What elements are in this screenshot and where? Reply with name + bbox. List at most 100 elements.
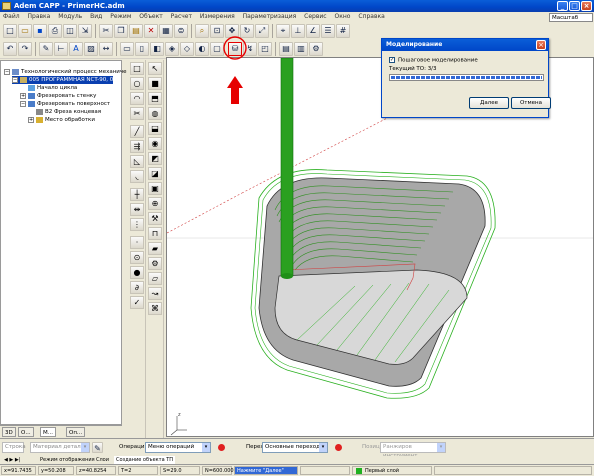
script-icon[interactable]: ∂	[130, 281, 144, 294]
tab-create-tp-object[interactable]: Создание объекта ТП	[114, 456, 176, 464]
menu-measure[interactable]: Измерения	[197, 12, 238, 22]
tree-item-end-mill[interactable]: В2 Фреза концевая	[36, 108, 101, 116]
redo-icon[interactable]: ↷	[18, 42, 32, 56]
operations-combo[interactable]: Меню операций ▾	[145, 442, 211, 453]
nav-arrows-icon[interactable]: ◀ ▶ ▶|	[4, 456, 20, 464]
menu-calc[interactable]: Расчет	[168, 12, 195, 22]
chevron-down-icon[interactable]: ▾	[202, 443, 210, 452]
print-icon[interactable]: ⎙	[48, 24, 62, 38]
chevron-down-icon[interactable]: ▾	[81, 443, 89, 452]
arc-icon[interactable]: ◠	[130, 92, 144, 105]
trim-icon[interactable]: ✂	[130, 107, 144, 120]
hole-icon[interactable]: ◉	[148, 137, 162, 150]
layer-icon[interactable]: ☰	[321, 24, 335, 38]
edit-icon[interactable]: ✎	[39, 42, 53, 56]
menu-help[interactable]: Справка	[355, 12, 387, 22]
position-combo[interactable]: Ранжиров инструмент▾	[380, 442, 446, 459]
postprocessor-icon[interactable]: ⚙	[309, 42, 323, 56]
workpiece-icon[interactable]: ▰	[148, 242, 162, 255]
shell-icon[interactable]: ▣	[148, 182, 162, 195]
revolve-icon[interactable]: ◍	[148, 107, 162, 120]
text-icon[interactable]: A	[69, 42, 83, 56]
tab-3d[interactable]: 3D	[2, 427, 16, 437]
solid-icon[interactable]: ■	[148, 77, 162, 90]
circle-icon[interactable]: ○	[130, 77, 144, 90]
mirror-icon[interactable]: ⇹	[130, 203, 144, 216]
ortho-icon[interactable]: ⊥	[291, 24, 305, 38]
tab-layers[interactable]: Слои	[96, 456, 109, 464]
boolean-icon[interactable]: ⊕	[148, 197, 162, 210]
step-modeling-checkbox[interactable]: ✓ Пошаговое моделирование	[389, 57, 478, 65]
view-side-icon[interactable]: ◧	[150, 42, 164, 56]
print-preview-icon[interactable]: ◫	[63, 24, 77, 38]
shade-icon[interactable]: ◐	[195, 42, 209, 56]
stop-transitions-icon[interactable]	[335, 444, 342, 451]
new-file-icon[interactable]: □	[3, 24, 17, 38]
tree-item-mill-wall[interactable]: + Фрезеровать стенку	[20, 92, 96, 100]
next-button[interactable]: Далее	[469, 97, 509, 109]
measure-icon[interactable]: ⊢	[54, 42, 68, 56]
cut-icon[interactable]: ✂	[99, 24, 113, 38]
apply-icon[interactable]: ✎	[92, 442, 103, 453]
delete-icon[interactable]: ✕	[144, 24, 158, 38]
nc-program-icon[interactable]: ▥	[294, 42, 308, 56]
scale-display[interactable]: Масштаб +1:1	[549, 13, 593, 29]
open-folder-icon[interactable]: ▭	[18, 24, 32, 38]
hatch-icon[interactable]: ▨	[84, 42, 98, 56]
fit-icon[interactable]: ⤢	[255, 24, 269, 38]
tab-objects[interactable]: О...	[18, 427, 34, 437]
menu-window[interactable]: Окно	[332, 12, 354, 22]
export-icon[interactable]: ⇲	[78, 24, 92, 38]
tree-item-machining-place[interactable]: + Место обработки	[28, 116, 95, 124]
checkbox-checked-icon[interactable]: ✓	[389, 57, 395, 63]
maximize-button[interactable]: □	[569, 1, 580, 11]
material-combo[interactable]: Материал детали ▾	[30, 442, 90, 453]
zoom-window-icon[interactable]: ⌕	[195, 24, 209, 38]
tool-icon[interactable]: ⚒	[148, 212, 162, 225]
minimize-button[interactable]: _	[557, 1, 568, 11]
array-icon[interactable]: ⋮	[130, 218, 144, 231]
offset-icon[interactable]: ⇶	[130, 140, 144, 153]
menu-module[interactable]: Модуль	[55, 12, 85, 22]
transitions-combo[interactable]: Основные переходы ▾	[262, 442, 328, 453]
chevron-down-icon[interactable]: ▾	[437, 443, 445, 452]
view-iso-icon[interactable]: ◈	[165, 42, 179, 56]
fillet-icon[interactable]: ◟	[130, 170, 144, 183]
stock-icon[interactable]: ◰	[258, 42, 272, 56]
save-icon[interactable]: ▪	[33, 24, 47, 38]
undo-icon[interactable]: ↶	[3, 42, 17, 56]
menu-mode[interactable]: Режим	[107, 12, 134, 22]
menu-file[interactable]: Файл	[0, 12, 23, 22]
surface-icon[interactable]: ◩	[148, 152, 162, 165]
menu-edit[interactable]: Правка	[25, 12, 54, 22]
tree-item-operation[interactable]: −005 ПРОГРАММНАЯ NCT-90, 0	[12, 76, 114, 84]
tree-item-cycle-start[interactable]: Начало цикла	[28, 84, 77, 92]
axis-icon[interactable]: ┼	[130, 188, 144, 201]
snap-icon[interactable]: ⌖	[276, 24, 290, 38]
line-icon[interactable]: ╱	[130, 125, 144, 138]
verify-icon[interactable]: ⌘	[148, 302, 162, 315]
view-top-icon[interactable]: ▯	[135, 42, 149, 56]
dialog-close-button[interactable]: ×	[536, 40, 546, 50]
cancel-button[interactable]: Отмена	[511, 97, 551, 109]
close-button[interactable]: ×	[581, 1, 592, 11]
cursor-icon[interactable]: ↖	[148, 62, 162, 75]
tree-item-mill-surface[interactable]: − Фрезеровать поверхност	[20, 100, 110, 108]
view-front-icon[interactable]: ▭	[120, 42, 134, 56]
menu-service[interactable]: Сервис	[301, 12, 329, 22]
stop-icon[interactable]	[218, 444, 225, 451]
loft-icon[interactable]: ◪	[148, 167, 162, 180]
stock-box-icon[interactable]: ▱	[148, 272, 162, 285]
grid-icon[interactable]: #	[336, 24, 350, 38]
properties-icon[interactable]: ▦	[159, 24, 173, 38]
settings-icon[interactable]: ⊜	[174, 24, 188, 38]
report-icon[interactable]: ▤	[279, 42, 293, 56]
view-user-icon[interactable]: ◇	[180, 42, 194, 56]
rectangle-icon[interactable]: □	[130, 62, 144, 75]
angle-icon[interactable]: ∠	[306, 24, 320, 38]
extrude-icon[interactable]: ⬒	[148, 92, 162, 105]
menu-object[interactable]: Объект	[136, 12, 165, 22]
copy-icon[interactable]: ❐	[114, 24, 128, 38]
origin-icon[interactable]: ⊙	[130, 251, 144, 264]
point-icon[interactable]: ·	[130, 236, 144, 249]
